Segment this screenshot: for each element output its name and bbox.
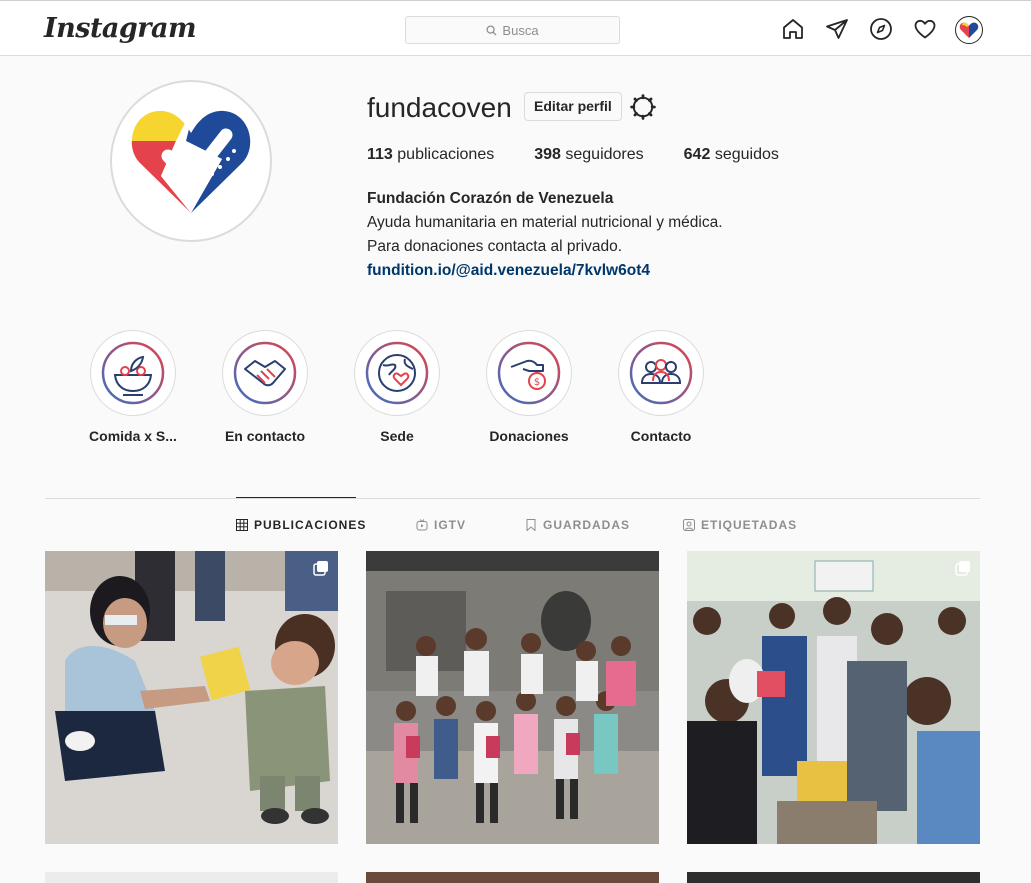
edit-profile-button[interactable]: Editar perfil bbox=[524, 92, 622, 121]
multiple-photos-icon bbox=[955, 561, 970, 576]
tab-igtv[interactable]: IGTV bbox=[416, 518, 466, 532]
profile-picture[interactable] bbox=[110, 80, 272, 242]
profile-username: fundacoven bbox=[367, 92, 512, 123]
highlight-label: Comida x S... bbox=[89, 428, 177, 444]
highlight-label: Contacto bbox=[630, 428, 692, 444]
post-photo-woman-giving-child bbox=[45, 551, 338, 844]
bio-line-1: Ayuda humanitaria en material nutriciona… bbox=[367, 214, 723, 231]
search-placeholder: Busca bbox=[502, 22, 539, 38]
highlight-ring bbox=[222, 330, 308, 416]
donation-hand-icon: $ bbox=[497, 341, 561, 405]
profile-bio: Fundación Corazón de Venezuela Ayuda hum… bbox=[367, 187, 723, 283]
highlight-food[interactable]: Comida x S... bbox=[78, 330, 188, 444]
stat-followers-count: 398 bbox=[534, 146, 561, 163]
tabs-divider bbox=[45, 498, 980, 499]
post-thumbnail[interactable] bbox=[366, 872, 659, 883]
active-tab-indicator bbox=[236, 497, 356, 498]
story-highlights: Comida x S... En contacto Sede $ Donacio… bbox=[78, 330, 778, 450]
globe-heart-icon bbox=[365, 341, 429, 405]
tab-posts[interactable]: PUBLICACIONES bbox=[236, 518, 366, 532]
profile-external-link[interactable]: fundition.io/@aid.venezuela/7kvlw6ot4 bbox=[367, 259, 723, 283]
post-thumbnail[interactable] bbox=[366, 551, 659, 844]
grid-icon bbox=[236, 519, 248, 531]
stat-posts-label: publicaciones bbox=[397, 146, 495, 163]
stat-followers[interactable]: 398 seguidores bbox=[534, 146, 643, 164]
post-thumbnail[interactable] bbox=[687, 551, 980, 844]
highlight-ring: $ bbox=[486, 330, 572, 416]
multiple-photos-icon bbox=[313, 561, 328, 576]
group-people-icon bbox=[629, 341, 693, 405]
direct-message-icon[interactable] bbox=[825, 17, 849, 41]
tab-label: PUBLICACIONES bbox=[254, 518, 367, 532]
instagram-logo[interactable]: Instagram bbox=[44, 13, 197, 44]
tab-tagged[interactable]: ETIQUETADAS bbox=[683, 518, 797, 532]
stat-posts: 113 publicaciones bbox=[367, 146, 494, 164]
fundacoven-heart-logo-icon bbox=[131, 110, 251, 214]
food-bowl-icon bbox=[101, 341, 165, 405]
stat-followers-label: seguidores bbox=[565, 146, 644, 163]
handshake-icon bbox=[233, 341, 297, 405]
highlight-headquarters[interactable]: Sede bbox=[342, 330, 452, 444]
settings-gear-icon[interactable] bbox=[630, 94, 656, 120]
highlight-contact-group[interactable]: Contacto bbox=[606, 330, 716, 444]
search-box[interactable]: Busca bbox=[405, 16, 620, 44]
highlight-label: Sede bbox=[380, 428, 414, 444]
tv-icon bbox=[416, 519, 428, 531]
tag-person-icon bbox=[683, 519, 695, 531]
highlight-ring bbox=[354, 330, 440, 416]
svg-text:$: $ bbox=[534, 377, 540, 388]
search-icon bbox=[486, 24, 497, 36]
bio-line-2: Para donaciones contacta al privado. bbox=[367, 238, 623, 255]
post-photo-crowd-event bbox=[687, 551, 980, 844]
highlight-contact[interactable]: En contacto bbox=[210, 330, 320, 444]
highlight-ring bbox=[90, 330, 176, 416]
explore-compass-icon[interactable] bbox=[869, 17, 893, 41]
bookmark-icon bbox=[526, 519, 536, 531]
top-navigation-bar: Instagram Busca bbox=[0, 0, 1031, 56]
profile-avatar-button[interactable] bbox=[955, 16, 983, 44]
post-photo-children-group bbox=[366, 551, 659, 844]
post-thumbnail[interactable] bbox=[45, 872, 338, 883]
highlight-donations[interactable]: $ Donaciones bbox=[474, 330, 584, 444]
stat-following-count: 642 bbox=[683, 146, 711, 163]
home-icon[interactable] bbox=[781, 17, 805, 41]
stat-following-label: seguidos bbox=[714, 146, 779, 163]
tab-label: ETIQUETADAS bbox=[701, 518, 798, 532]
stat-following[interactable]: 642 seguidos bbox=[684, 146, 779, 164]
highlight-label: En contacto bbox=[224, 428, 306, 444]
highlight-ring bbox=[618, 330, 704, 416]
post-thumbnail[interactable] bbox=[687, 872, 980, 883]
activity-heart-icon[interactable] bbox=[913, 17, 937, 41]
profile-full-name: Fundación Corazón de Venezuela bbox=[367, 190, 614, 207]
highlight-label: Donaciones bbox=[489, 428, 569, 444]
tab-label: IGTV bbox=[434, 518, 467, 532]
stat-posts-count: 113 bbox=[367, 146, 393, 163]
tab-saved[interactable]: GUARDADAS bbox=[525, 518, 630, 532]
profile-stats: 113 publicaciones 398 seguidores 642 seg… bbox=[367, 146, 819, 164]
brand-heart-icon bbox=[959, 22, 979, 38]
tab-label: GUARDADAS bbox=[543, 518, 630, 532]
post-thumbnail[interactable] bbox=[45, 551, 338, 844]
